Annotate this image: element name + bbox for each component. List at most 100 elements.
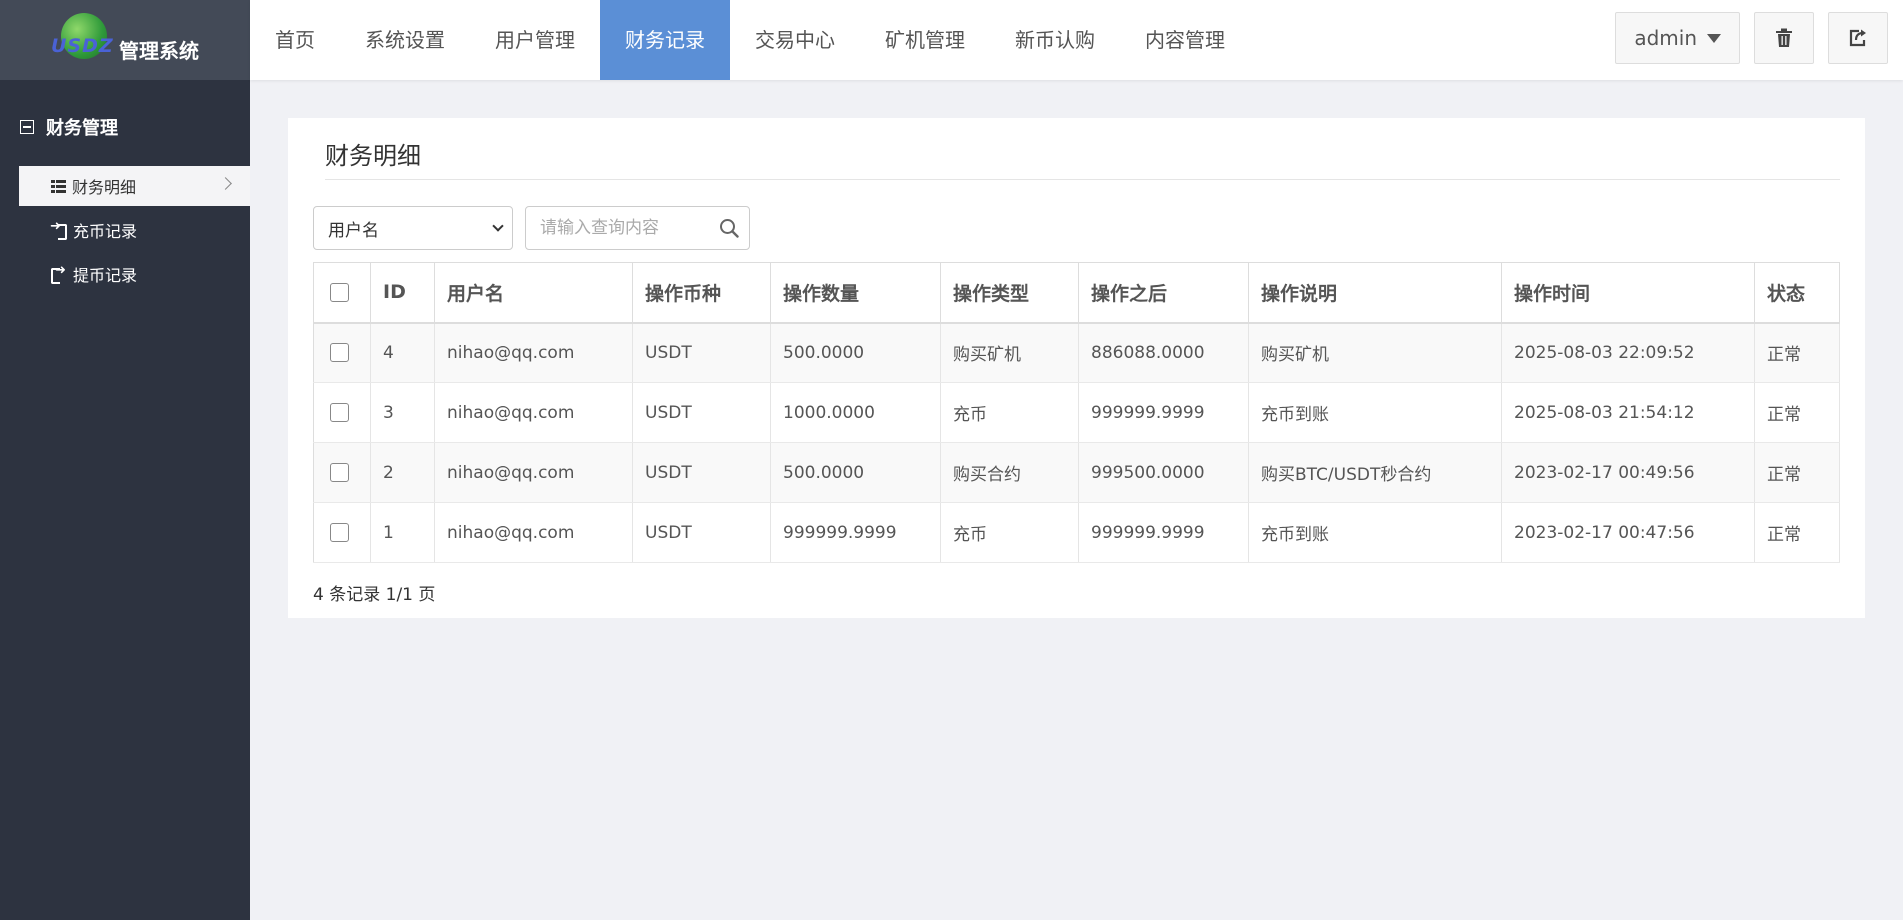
cell-currency: USDT xyxy=(632,382,771,443)
cell-type: 购买矿机 xyxy=(940,322,1079,383)
cell-currency: USDT xyxy=(632,502,771,563)
column-header-time[interactable]: 操作时间 xyxy=(1501,262,1755,324)
finance-detail-panel: 财务明细 用户名 ID 用户名 操作币种 操作数量 操作类型 操作之后 操作说明… xyxy=(288,118,1865,618)
cell-balance-after: 886088.0000 xyxy=(1078,322,1249,383)
search-icon[interactable] xyxy=(719,218,739,238)
cell-status: 正常 xyxy=(1754,442,1840,503)
sidebar-item-label: 财务明细 xyxy=(72,178,137,197)
cell-username: nihao@qq.com xyxy=(434,502,633,563)
search-box xyxy=(525,206,750,250)
table-row[interactable]: 1 nihao@qq.com USDT 999999.9999 充币 99999… xyxy=(313,502,1840,563)
sidebar-item-label: 充币记录 xyxy=(73,222,138,241)
cell-time: 2023-02-17 00:49:56 xyxy=(1501,442,1755,503)
clear-cache-button[interactable] xyxy=(1754,12,1814,64)
search-field-select-value: 用户名 xyxy=(328,220,379,241)
cell-amount: 999999.9999 xyxy=(770,502,941,563)
cell-balance-after: 999500.0000 xyxy=(1078,442,1249,503)
column-header-currency[interactable]: 操作币种 xyxy=(632,262,771,324)
cell-balance-after: 999999.9999 xyxy=(1078,502,1249,563)
select-all-cell xyxy=(313,262,371,324)
nav-finance-records[interactable]: 财务记录 xyxy=(600,0,730,80)
page-title: 财务明细 xyxy=(325,142,421,170)
sidebar-group-title: 财务管理 xyxy=(46,118,118,139)
chevron-right-icon xyxy=(219,177,232,190)
column-header-type[interactable]: 操作类型 xyxy=(940,262,1079,324)
column-header-username[interactable]: 用户名 xyxy=(434,262,633,324)
table-header-row: ID 用户名 操作币种 操作数量 操作类型 操作之后 操作说明 操作时间 状态 xyxy=(313,262,1840,324)
column-header-balance-after[interactable]: 操作之后 xyxy=(1078,262,1249,324)
sidebar-menu: 财务明细 充币记录 提币记录 xyxy=(0,166,250,294)
sidebar: USDZ 管理系统 财务管理 财务明细 充币记录 提币记录 xyxy=(0,0,250,920)
caret-down-icon xyxy=(1707,33,1721,43)
logout-button[interactable] xyxy=(1828,12,1888,64)
row-checkbox[interactable] xyxy=(330,343,349,363)
sign-in-icon xyxy=(50,219,67,240)
nav-new-coin-subscription[interactable]: 新币认购 xyxy=(990,0,1120,80)
globe-logo-icon: USDZ xyxy=(51,13,115,67)
top-right-actions: admin xyxy=(1615,12,1888,64)
user-menu-button[interactable]: admin xyxy=(1615,12,1740,64)
column-header-id[interactable]: ID xyxy=(370,262,435,324)
nav-miner-management[interactable]: 矿机管理 xyxy=(860,0,990,80)
cell-currency: USDT xyxy=(632,442,771,503)
nav-user-management[interactable]: 用户管理 xyxy=(470,0,600,80)
brand-logo[interactable]: USDZ 管理系统 xyxy=(0,0,250,80)
row-select-cell xyxy=(313,442,371,503)
cell-status: 正常 xyxy=(1754,502,1840,563)
share-exit-icon xyxy=(1849,29,1866,47)
sidebar-item-finance-detail[interactable]: 财务明细 xyxy=(19,166,250,206)
table-row[interactable]: 4 nihao@qq.com USDT 500.0000 购买矿机 886088… xyxy=(313,322,1840,383)
cell-type: 充币 xyxy=(940,502,1079,563)
cell-currency: USDT xyxy=(632,322,771,383)
row-checkbox[interactable] xyxy=(330,523,349,542)
logo-mark-text: USDZ xyxy=(51,35,114,57)
sidebar-item-withdraw-records[interactable]: 提币记录 xyxy=(19,254,250,294)
user-menu-label: admin xyxy=(1634,26,1697,50)
column-header-amount[interactable]: 操作数量 xyxy=(770,262,941,324)
column-header-status[interactable]: 状态 xyxy=(1754,262,1840,324)
row-select-cell xyxy=(313,502,371,563)
cell-amount: 1000.0000 xyxy=(770,382,941,443)
column-header-description[interactable]: 操作说明 xyxy=(1248,262,1502,324)
cell-type: 充币 xyxy=(940,382,1079,443)
pagination-info: 4 条记录 1/1 页 xyxy=(313,585,436,605)
cell-id: 3 xyxy=(370,382,435,443)
row-select-cell xyxy=(313,322,371,383)
chevron-down-icon xyxy=(492,220,504,232)
cell-status: 正常 xyxy=(1754,322,1840,383)
search-input[interactable] xyxy=(526,207,706,249)
cell-id: 4 xyxy=(370,322,435,383)
cell-description: 充币到账 xyxy=(1248,502,1502,563)
cell-description: 购买矿机 xyxy=(1248,322,1502,383)
row-checkbox[interactable] xyxy=(330,403,349,422)
collapse-icon xyxy=(20,120,34,134)
sidebar-group-finance[interactable]: 财务管理 xyxy=(0,80,250,144)
nav-system-settings[interactable]: 系统设置 xyxy=(340,0,470,80)
select-all-checkbox[interactable] xyxy=(330,283,349,303)
cell-time: 2025-08-03 22:09:52 xyxy=(1501,322,1755,383)
sidebar-item-deposit-records[interactable]: 充币记录 xyxy=(19,210,250,250)
trash-icon xyxy=(1776,28,1792,47)
cell-username: nihao@qq.com xyxy=(434,442,633,503)
cell-description: 购买BTC/USDT秒合约 xyxy=(1248,442,1502,503)
cell-amount: 500.0000 xyxy=(770,322,941,383)
cell-username: nihao@qq.com xyxy=(434,322,633,383)
table-row[interactable]: 3 nihao@qq.com USDT 1000.0000 充币 999999.… xyxy=(313,382,1840,443)
top-navbar: 首页 系统设置 用户管理 财务记录 交易中心 矿机管理 新币认购 内容管理 ad… xyxy=(250,0,1903,80)
list-icon xyxy=(51,179,66,193)
nav-trade-center[interactable]: 交易中心 xyxy=(730,0,860,80)
sign-out-icon xyxy=(51,263,67,284)
search-field-select[interactable]: 用户名 xyxy=(313,206,513,250)
cell-status: 正常 xyxy=(1754,382,1840,443)
nav-home[interactable]: 首页 xyxy=(250,0,340,80)
brand-title: 管理系统 xyxy=(119,38,199,63)
row-select-cell xyxy=(313,382,371,443)
cell-time: 2023-02-17 00:47:56 xyxy=(1501,502,1755,563)
nav-content-management[interactable]: 内容管理 xyxy=(1120,0,1250,80)
cell-description: 充币到账 xyxy=(1248,382,1502,443)
row-checkbox[interactable] xyxy=(330,463,349,482)
table-row[interactable]: 2 nihao@qq.com USDT 500.0000 购买合约 999500… xyxy=(313,442,1840,503)
cell-id: 2 xyxy=(370,442,435,503)
cell-id: 1 xyxy=(370,502,435,563)
cell-username: nihao@qq.com xyxy=(434,382,633,443)
